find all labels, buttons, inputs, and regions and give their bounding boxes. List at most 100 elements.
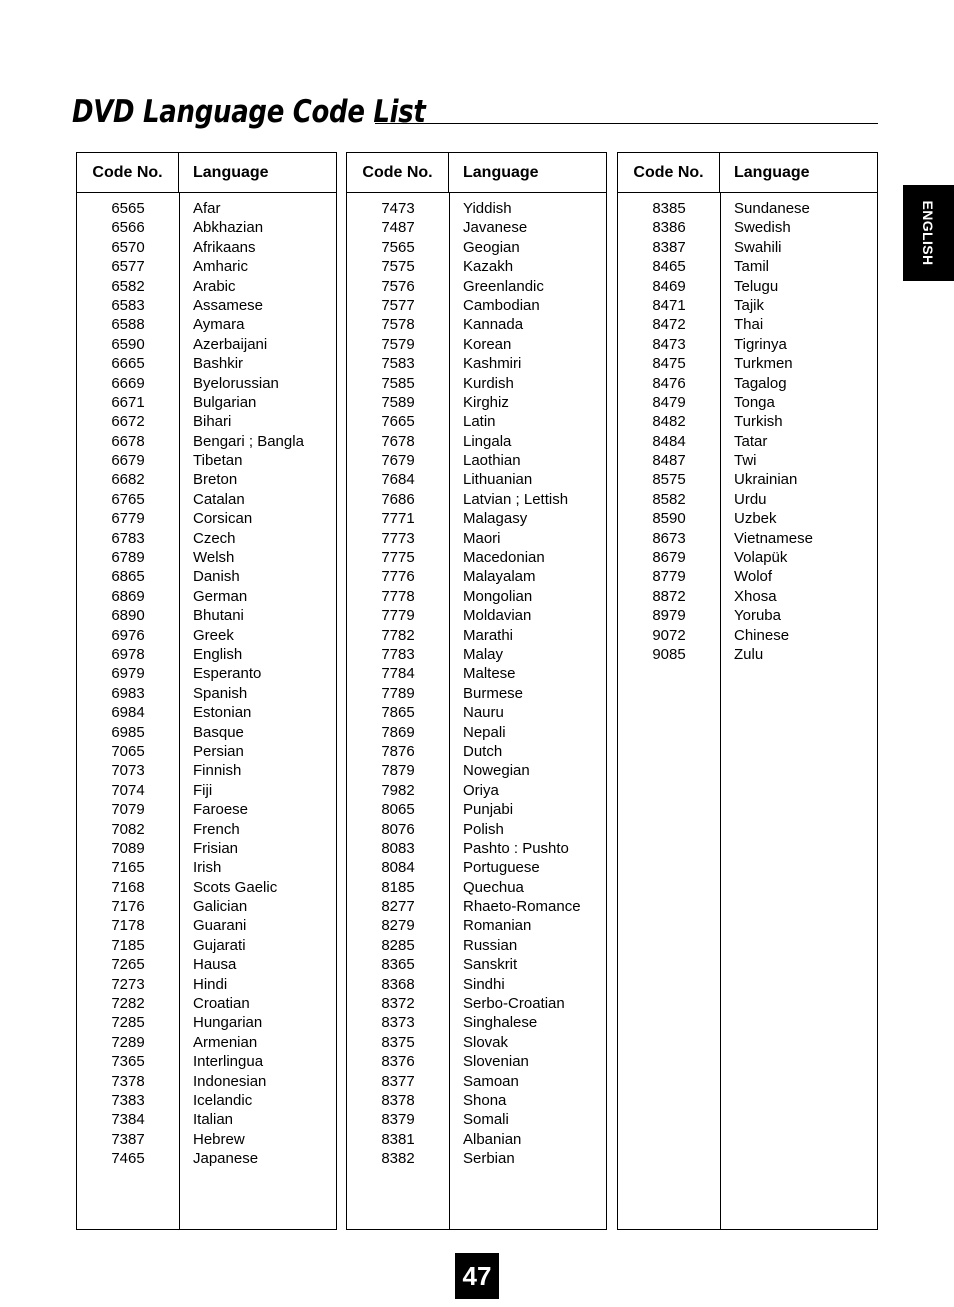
cell-code-no: 7176 <box>111 898 145 916</box>
cell-code-no: 8673 <box>652 529 686 547</box>
cell-language: Punjabi <box>463 801 514 819</box>
cell-code-no: 7089 <box>111 839 145 857</box>
table-row: 8475 Turkmen <box>618 354 877 373</box>
cell-language: Assamese <box>193 296 264 314</box>
table-row: 8386 Swedish <box>618 218 877 237</box>
table-row: 7665 Latin <box>347 412 606 431</box>
table-header-row: Code No. Language <box>618 153 877 193</box>
cell-language: Volapük <box>734 549 788 567</box>
page-number: 47 <box>462 1261 492 1291</box>
cell-language: Kurdish <box>463 374 514 392</box>
cell-code-no: 8482 <box>652 413 686 431</box>
cell-code-no: 7073 <box>111 762 145 780</box>
cell-code-no: 8484 <box>652 432 686 450</box>
table-row: 7879 Nowegian <box>347 761 606 780</box>
cell-language: Serbo-Croatian <box>463 995 565 1013</box>
table-row: 8368 Sindhi <box>347 975 606 994</box>
cell-language: Macedonian <box>463 549 545 567</box>
table-row: 8285 Russian <box>347 936 606 955</box>
cell-code-no: 7168 <box>111 878 145 896</box>
cell-language: Tagalog <box>734 374 787 392</box>
cell-language: Romanian <box>463 917 532 935</box>
table-row: 8469 Telugu <box>618 277 877 296</box>
table-row: 7783 Malay <box>347 645 606 664</box>
side-tab-label: ENGLISH <box>920 200 937 266</box>
table-row: 7185 Gujarati <box>77 936 336 955</box>
table-row: 7383 Icelandic <box>77 1091 336 1110</box>
table-row: 8487 Twi <box>618 451 877 470</box>
cell-code-no: 8083 <box>381 839 415 857</box>
cell-language: Laothian <box>463 452 521 470</box>
cell-code-no: 7074 <box>111 781 145 799</box>
cell-language: Welsh <box>193 549 235 567</box>
cell-code-no: 7387 <box>111 1130 145 1148</box>
table-row: 8376 Slovenian <box>347 1052 606 1071</box>
table-row: 7686 Latvian ; Lettish <box>347 490 606 509</box>
table-body: 7473 Yiddish 7487 Javanese 7565 Geogian 7575 Ka… <box>347 193 606 1229</box>
cell-code-no: 7178 <box>111 917 145 935</box>
table-row: 7779 Moldavian <box>347 606 606 625</box>
cell-language: Twi <box>734 452 757 470</box>
cell-language: Malay <box>463 645 504 663</box>
table-row: 7079 Faroese <box>77 800 336 819</box>
table-row: 6669 Byelorussian <box>77 374 336 393</box>
cell-code-no: 6682 <box>111 471 145 489</box>
cell-language: Spanish <box>193 684 248 702</box>
cell-code-no: 7473 <box>381 200 415 217</box>
cell-code-no: 8465 <box>652 258 686 276</box>
cell-code-no: 6565 <box>111 200 145 217</box>
table-row: 6678 Bengari ; Bangla <box>77 432 336 451</box>
cell-code-no: 6679 <box>111 452 145 470</box>
cell-code-no: 7289 <box>111 1033 145 1051</box>
cell-code-no: 8084 <box>381 859 415 877</box>
cell-language: Serbian <box>463 1150 515 1168</box>
cell-code-no: 8375 <box>381 1033 415 1051</box>
table-row: 7465 Japanese <box>77 1149 336 1168</box>
table-row: 6682 Breton <box>77 470 336 489</box>
cell-code-no: 6890 <box>111 607 145 625</box>
side-tab-english: ENGLISH <box>903 185 954 281</box>
cell-code-no: 8381 <box>381 1130 415 1148</box>
cell-language: Latin <box>463 413 496 431</box>
table-row: 6577 Amharic <box>77 257 336 276</box>
cell-code-no: 8469 <box>652 277 686 295</box>
cell-code-no: 6588 <box>111 316 145 334</box>
table-row: 7273 Hindi <box>77 975 336 994</box>
cell-code-no: 8373 <box>381 1014 415 1032</box>
table-row: 7384 Italian <box>77 1110 336 1129</box>
cell-code-no: 6583 <box>111 296 145 314</box>
table-row: 6665 Bashkir <box>77 354 336 373</box>
cell-code-no: 7879 <box>381 762 415 780</box>
cell-language: Bulgarian <box>193 393 257 411</box>
cell-language: Aymara <box>193 316 245 334</box>
cell-code-no: 8065 <box>381 801 415 819</box>
cell-language: Irish <box>193 859 222 877</box>
cell-language: Bhutani <box>193 607 244 625</box>
table-row: 7585 Kurdish <box>347 374 606 393</box>
table-row: 6590 Azerbaijani <box>77 335 336 354</box>
cell-language: Bengari ; Bangla <box>193 432 304 450</box>
cell-code-no: 8385 <box>652 200 686 217</box>
cell-language: Telugu <box>734 277 779 295</box>
cell-language: Czech <box>193 529 236 547</box>
table-row: 7289 Armenian <box>77 1033 336 1052</box>
table-row: 6978 English <box>77 645 336 664</box>
cell-code-no: 6783 <box>111 529 145 547</box>
cell-code-no: 7771 <box>381 510 415 528</box>
cell-language: Esperanto <box>193 665 262 683</box>
table-row: 7782 Marathi <box>347 626 606 645</box>
cell-language: Turkish <box>734 413 783 431</box>
cell-language: Maltese <box>463 665 516 683</box>
cell-language: Singhalese <box>463 1014 538 1032</box>
cell-language: Faroese <box>193 801 249 819</box>
table-row: 8465 Tamil <box>618 257 877 276</box>
table-row: 8382 Serbian <box>347 1149 606 1168</box>
cell-language: Danish <box>193 568 240 586</box>
cell-code-no: 7684 <box>381 471 415 489</box>
cell-language: Swedish <box>734 219 791 237</box>
cell-language: Albanian <box>463 1130 522 1148</box>
cell-code-no: 8779 <box>652 568 686 586</box>
cell-code-no: 6983 <box>111 684 145 702</box>
table-row: 7773 Maori <box>347 529 606 548</box>
table-row: 6979 Esperanto <box>77 664 336 683</box>
